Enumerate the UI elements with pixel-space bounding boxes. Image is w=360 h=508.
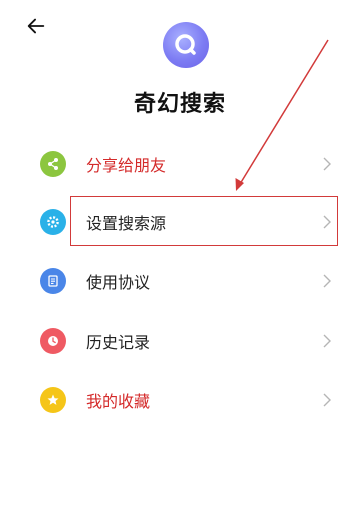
- clock-icon: [40, 328, 66, 354]
- annotation-arrow: [235, 39, 329, 191]
- star-icon: [40, 387, 66, 413]
- share-icon: [40, 151, 66, 177]
- app-logo: [163, 22, 209, 68]
- menu-item-label: 分享给朋友: [86, 156, 167, 175]
- arrow-left-icon: [27, 18, 45, 34]
- chevron-right-icon: [323, 334, 331, 348]
- app-title: 奇幻搜索: [133, 92, 226, 117]
- menu-item-label: 使用协议: [86, 273, 151, 292]
- chevron-right-icon: [323, 157, 331, 171]
- gear-icon: [40, 209, 66, 235]
- chevron-right-icon: [323, 393, 331, 407]
- menu-item-label: 历史记录: [86, 333, 151, 352]
- menu-item-history[interactable]: 历史记录: [40, 316, 340, 366]
- document-icon: [40, 268, 66, 294]
- chevron-right-icon: [323, 274, 331, 288]
- search-icon: [175, 34, 196, 55]
- menu-item-favorites[interactable]: 我的收藏: [40, 375, 340, 425]
- menu-item-label: 我的收藏: [86, 392, 151, 411]
- menu-item-agreement[interactable]: 使用协议: [40, 256, 340, 306]
- annotation-highlight-box: [70, 196, 338, 246]
- back-button[interactable]: [18, 10, 54, 42]
- menu-item-share[interactable]: 分享给朋友: [40, 139, 340, 189]
